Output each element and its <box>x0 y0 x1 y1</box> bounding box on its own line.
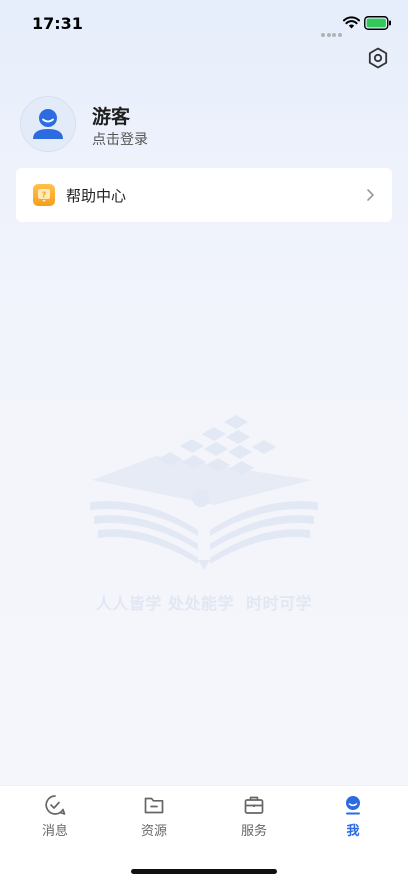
message-icon <box>45 795 66 815</box>
signal-icon <box>321 22 343 41</box>
home-indicator <box>131 869 277 874</box>
tab-resources-label: 资源 <box>140 824 167 839</box>
user-icon <box>346 796 360 815</box>
user-avatar-icon <box>33 109 63 139</box>
watermark-slogan: 人人皆学 处处能学 时时可学 <box>95 594 313 613</box>
help-center-item[interactable]: ? 帮助中心 <box>16 168 392 222</box>
open-book-watermark-logo <box>90 415 318 570</box>
folder-icon <box>144 797 164 814</box>
help-center-icon: ? <box>33 184 55 206</box>
tab-messages[interactable]: 消息 <box>5 794 105 844</box>
tab-messages-label: 消息 <box>41 824 68 839</box>
avatar[interactable] <box>20 96 76 152</box>
profile-name[interactable]: 游客 <box>92 102 130 129</box>
chevron-right-icon <box>367 189 374 201</box>
briefcase-icon <box>244 796 264 814</box>
login-link[interactable]: 点击登录 <box>92 129 148 149</box>
settings-icon[interactable] <box>366 46 390 70</box>
help-center-label: 帮助中心 <box>66 187 127 205</box>
tab-services[interactable]: 服务 <box>204 794 304 844</box>
tab-services-label: 服务 <box>240 824 267 839</box>
tab-resources[interactable]: 资源 <box>104 794 204 844</box>
tab-me-label: 我 <box>346 824 360 839</box>
status-bar: 17:31 <box>0 0 408 48</box>
tab-me[interactable]: 我 <box>303 794 403 844</box>
wifi-icon <box>343 16 360 29</box>
battery-icon <box>364 16 391 30</box>
status-time: 17:31 <box>32 14 83 33</box>
svg-text:?: ? <box>42 191 47 200</box>
